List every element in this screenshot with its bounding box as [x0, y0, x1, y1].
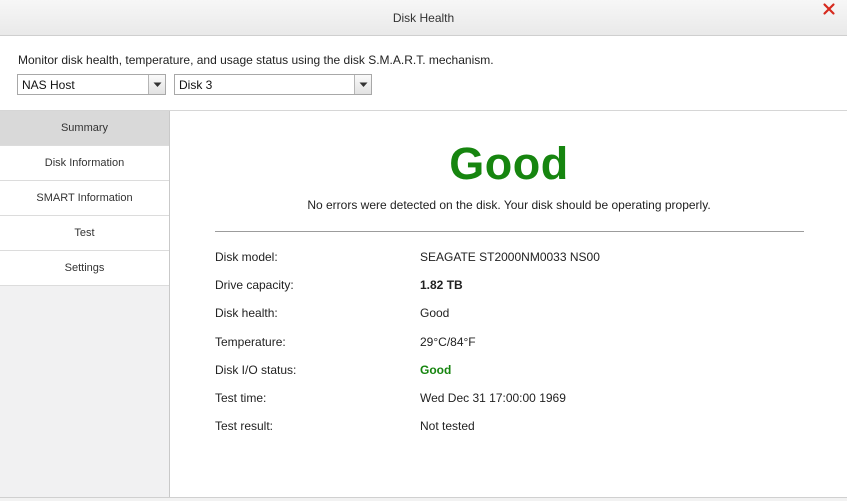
info-label: Temperature: — [215, 335, 286, 349]
info-value: Wed Dec 31 17:00:00 1969 — [420, 391, 566, 405]
host-select-arrow[interactable] — [148, 75, 165, 94]
info-label: Drive capacity: — [215, 278, 294, 292]
disk-health-window: Disk Health Monitor disk health, tempera… — [0, 0, 847, 501]
disk-select-value: Disk 3 — [179, 77, 213, 92]
header-panel: Monitor disk health, temperature, and us… — [0, 36, 847, 111]
disk-select[interactable]: Disk 3 — [174, 74, 372, 95]
sidebar-item-summary[interactable]: Summary — [0, 111, 169, 146]
sidebar-item-test[interactable]: Test — [0, 216, 169, 251]
page-description: Monitor disk health, temperature, and us… — [18, 53, 494, 67]
summary-panel: Good No errors were detected on the disk… — [171, 111, 847, 501]
close-button[interactable] — [821, 1, 837, 17]
info-value: 29°C/84°F — [420, 335, 476, 349]
info-value: Good — [420, 363, 452, 377]
info-value: 1.82 TB — [420, 278, 463, 292]
host-select[interactable]: NAS Host — [17, 74, 166, 95]
window-title: Disk Health — [392, 10, 455, 25]
info-label: Test time: — [215, 391, 267, 405]
sidebar-item-smart-information[interactable]: SMART Information — [0, 181, 169, 216]
info-value: SEAGATE ST2000NM0033 NS00 — [420, 250, 600, 264]
info-label: Disk model: — [215, 250, 278, 264]
sidebar-item-settings[interactable]: Settings — [0, 251, 169, 286]
window-bottom-edge — [0, 497, 847, 501]
info-label: Disk I/O status: — [215, 363, 297, 377]
close-icon — [823, 3, 835, 15]
info-label: Disk health: — [215, 306, 278, 320]
info-value: Good — [420, 306, 450, 320]
info-value: Not tested — [420, 419, 475, 433]
sidebar-item-disk-information[interactable]: Disk Information — [0, 146, 169, 181]
info-label: Test result: — [215, 419, 274, 433]
title-bar: Disk Health — [0, 0, 847, 36]
chevron-down-icon — [359, 82, 367, 87]
chevron-down-icon — [153, 82, 161, 87]
divider — [215, 231, 804, 232]
disk-select-arrow[interactable] — [354, 75, 371, 94]
host-select-value: NAS Host — [22, 77, 75, 92]
sidebar: Summary Disk Information SMART Informati… — [0, 111, 170, 501]
health-status-message: No errors were detected on the disk. You… — [307, 198, 711, 212]
health-status-heading: Good — [449, 138, 569, 189]
